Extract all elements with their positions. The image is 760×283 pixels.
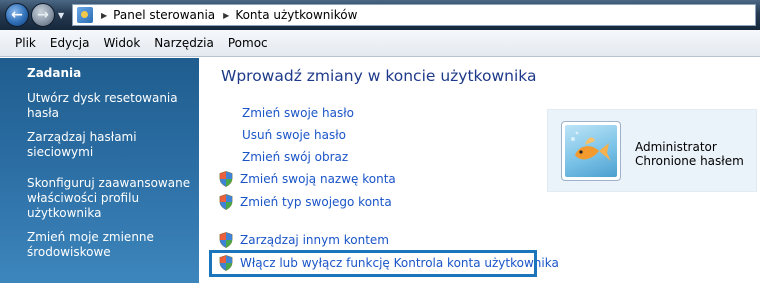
- link-change-account-type[interactable]: Zmień typ swojego konta: [219, 194, 392, 210]
- user-account-panel: Administrator Chronione hasłem: [547, 109, 757, 192]
- link-label[interactable]: Usuń swoje hasło: [242, 128, 346, 142]
- link-change-password[interactable]: Zmień swoje hasło: [219, 105, 354, 121]
- back-arrow-icon: ←: [11, 7, 23, 23]
- link-change-picture[interactable]: Zmień swój obraz: [219, 149, 348, 165]
- menu-file[interactable]: Plik: [12, 34, 39, 52]
- link-label[interactable]: Zmień swoją nazwę konta: [240, 172, 396, 186]
- goldfish-avatar-icon: [565, 125, 617, 177]
- back-button[interactable]: ←: [5, 3, 29, 27]
- page-title: Wprowadź zmiany w koncie użytkownika: [221, 67, 537, 85]
- menu-edit[interactable]: Edycja: [47, 34, 93, 52]
- link-manage-other-account[interactable]: Zarządzaj innym kontem: [219, 232, 389, 248]
- link-label[interactable]: Zmień typ swojego konta: [240, 195, 392, 209]
- history-dropdown-icon[interactable]: ▼: [58, 11, 64, 20]
- sidebar-link-network-passwords[interactable]: Zarządzaj hasłami sieciowymi: [27, 130, 197, 160]
- address-bar: ← → ▼ ▶ Panel sterowania ▶ Konta użytkow…: [0, 0, 760, 30]
- sidebar-link-reset-disk[interactable]: Utwórz dysk resetowania hasła: [27, 91, 197, 121]
- forward-button[interactable]: →: [31, 3, 55, 27]
- menu-tools[interactable]: Narzędzia: [151, 34, 217, 52]
- link-label[interactable]: Zmień swoje hasło: [242, 106, 354, 120]
- uac-shield-icon: [219, 194, 233, 210]
- address-input[interactable]: ▶ Panel sterowania ▶ Konta użytkowników: [72, 4, 756, 26]
- sidebar-link-environment-variables[interactable]: Zmień moje zmienne środowiskowe: [27, 230, 197, 260]
- uac-shield-icon: [219, 171, 233, 187]
- menu-bar: Plik Edycja Widok Narzędzia Pomoc: [0, 30, 760, 57]
- sidebar-link-advanced-profile[interactable]: Skonfiguruj zaawansowane właściwości pro…: [27, 176, 197, 221]
- link-change-account-name[interactable]: Zmień swoją nazwę konta: [219, 171, 396, 187]
- sidebar-heading: Zadania: [27, 66, 82, 80]
- user-name: Administrator: [635, 140, 717, 154]
- user-status: Chronione hasłem: [635, 154, 744, 168]
- control-panel-icon: [77, 7, 93, 23]
- breadcrumb-control-panel[interactable]: Panel sterowania: [113, 8, 215, 22]
- breadcrumb-separator-icon[interactable]: ▶: [223, 11, 229, 20]
- breadcrumb-user-accounts[interactable]: Konta użytkowników: [235, 8, 357, 22]
- link-label[interactable]: Zmień swój obraz: [242, 150, 348, 164]
- uac-shield-icon: [219, 232, 233, 248]
- link-remove-password[interactable]: Usuń swoje hasło: [219, 127, 346, 143]
- link-label[interactable]: Zarządzaj innym kontem: [240, 233, 389, 247]
- menu-view[interactable]: Widok: [100, 34, 143, 52]
- forward-arrow-icon: →: [37, 7, 49, 23]
- highlight-frame: [209, 250, 537, 277]
- tasks-sidebar: Zadania Utwórz dysk resetowania hasła Za…: [0, 58, 199, 283]
- breadcrumb-separator-icon[interactable]: ▶: [101, 11, 107, 20]
- menu-help[interactable]: Pomoc: [225, 34, 271, 52]
- avatar[interactable]: [561, 121, 621, 181]
